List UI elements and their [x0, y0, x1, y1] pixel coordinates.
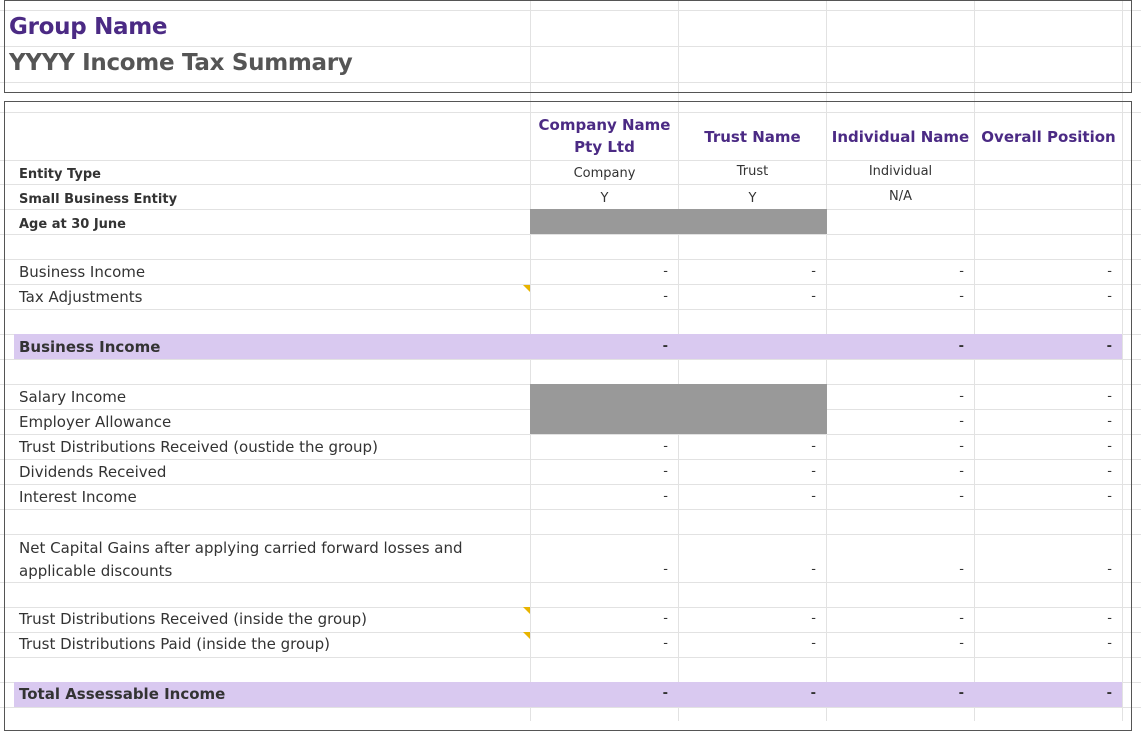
value-cell[interactable]: -	[944, 464, 964, 479]
value-cell[interactable]: -	[1092, 289, 1112, 304]
value-cell[interactable]: -	[648, 289, 668, 304]
entity-type-label[interactable]: Entity Type	[19, 162, 101, 187]
trust-distributions-inside-label[interactable]: Trust Distributions Received (inside the…	[19, 607, 367, 632]
business-income-total-label[interactable]: Business Income	[19, 335, 160, 360]
employer-allowance-label[interactable]: Employer Allowance	[19, 410, 171, 435]
value-cell[interactable]: -	[944, 439, 964, 454]
summary-title[interactable]: YYYY Income Tax Summary	[9, 50, 353, 76]
comment-marker-icon[interactable]	[523, 285, 530, 292]
trust-distributions-paid-label[interactable]: Trust Distributions Paid (inside the gro…	[19, 632, 330, 657]
entity-type-individual[interactable]: Individual	[826, 164, 975, 179]
value-cell[interactable]: -	[648, 264, 668, 279]
value-cell[interactable]: -	[796, 636, 816, 651]
sbe-company[interactable]: Y	[530, 191, 679, 206]
salary-income-label[interactable]: Salary Income	[19, 385, 126, 410]
value-cell[interactable]: -	[796, 562, 816, 577]
value-cell[interactable]: -	[1092, 686, 1112, 701]
column-header-trust[interactable]: Trust Name	[678, 126, 827, 148]
value-cell[interactable]: -	[1092, 636, 1112, 651]
value-cell[interactable]: -	[796, 289, 816, 304]
comment-marker-icon[interactable]	[523, 607, 530, 614]
entity-type-trust[interactable]: Trust	[678, 164, 827, 179]
value-cell[interactable]: -	[648, 611, 668, 626]
value-cell[interactable]: -	[796, 464, 816, 479]
age-label[interactable]: Age at 30 June	[19, 212, 126, 237]
value-cell[interactable]: -	[944, 562, 964, 577]
value-cell[interactable]: -	[1092, 389, 1112, 404]
value-cell[interactable]: -	[796, 686, 816, 701]
value-cell[interactable]: -	[944, 414, 964, 429]
sbe-label[interactable]: Small Business Entity	[19, 187, 177, 212]
value-cell[interactable]: -	[1092, 264, 1112, 279]
trust-distributions-outside-label[interactable]: Trust Distributions Received (oustide th…	[19, 435, 378, 460]
value-cell[interactable]: -	[648, 439, 668, 454]
dividends-label[interactable]: Dividends Received	[19, 460, 166, 485]
value-cell[interactable]: -	[944, 389, 964, 404]
value-cell[interactable]: -	[944, 339, 964, 354]
value-cell[interactable]: -	[1092, 439, 1112, 454]
net-capital-gains-label[interactable]: Net Capital Gains after applying carried…	[19, 537, 479, 583]
value-cell[interactable]: -	[944, 489, 964, 504]
value-cell[interactable]: -	[944, 636, 964, 651]
title-box	[4, 0, 1132, 93]
value-cell[interactable]: -	[648, 339, 668, 354]
entity-type-company[interactable]: Company	[530, 166, 679, 181]
value-cell[interactable]: -	[648, 636, 668, 651]
column-header-individual[interactable]: Individual Name	[826, 126, 975, 148]
sbe-individual[interactable]: N/A	[826, 189, 975, 204]
sbe-trust[interactable]: Y	[678, 191, 827, 206]
total-assessable-label[interactable]: Total Assessable Income	[19, 682, 225, 707]
value-cell[interactable]: -	[944, 686, 964, 701]
value-cell[interactable]: -	[1092, 464, 1112, 479]
value-cell[interactable]: -	[648, 464, 668, 479]
value-cell[interactable]: -	[1092, 414, 1112, 429]
value-cell[interactable]: -	[944, 264, 964, 279]
value-cell[interactable]: -	[1092, 562, 1112, 577]
value-cell[interactable]: -	[648, 686, 668, 701]
tax-adjustments-label[interactable]: Tax Adjustments	[19, 285, 142, 310]
interest-income-label[interactable]: Interest Income	[19, 485, 137, 510]
value-cell[interactable]: -	[944, 611, 964, 626]
value-cell[interactable]: -	[1092, 339, 1112, 354]
value-cell[interactable]: -	[1092, 611, 1112, 626]
comment-marker-icon[interactable]	[523, 632, 530, 639]
value-cell[interactable]: -	[1092, 489, 1112, 504]
value-cell[interactable]: -	[648, 489, 668, 504]
business-income-label[interactable]: Business Income	[19, 260, 145, 285]
column-header-company[interactable]: Company Name Pty Ltd	[530, 114, 679, 158]
value-cell[interactable]: -	[796, 611, 816, 626]
value-cell[interactable]: -	[796, 439, 816, 454]
column-header-overall[interactable]: Overall Position	[974, 126, 1123, 148]
value-cell[interactable]: -	[796, 489, 816, 504]
value-cell[interactable]: -	[648, 562, 668, 577]
group-name[interactable]: Group Name	[9, 14, 168, 40]
value-cell[interactable]: -	[944, 289, 964, 304]
value-cell[interactable]: -	[796, 264, 816, 279]
